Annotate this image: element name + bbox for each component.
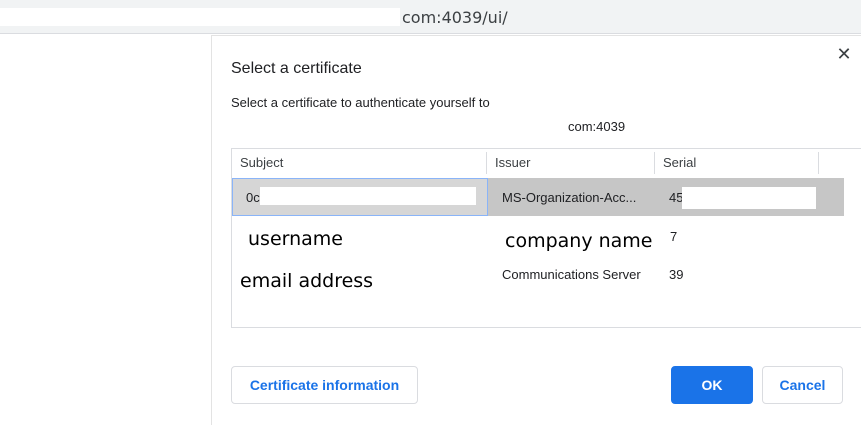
column-header-issuer[interactable]: Issuer <box>495 155 530 170</box>
column-divider[interactable] <box>486 152 487 174</box>
row-3-serial[interactable]: 39 <box>669 267 683 282</box>
dialog-subtitle: Select a certificate to authenticate you… <box>231 95 490 110</box>
row-3-issuer[interactable]: Communications Server <box>502 267 641 282</box>
row-2-subject[interactable]: username <box>248 228 343 250</box>
url-redaction <box>0 8 400 26</box>
certificate-information-button[interactable]: Certificate information <box>231 366 418 404</box>
row-3-subject[interactable]: email address <box>240 270 373 292</box>
row-2-serial[interactable]: 7 <box>670 229 677 244</box>
row-1-subject: 0c <box>246 190 260 205</box>
column-divider[interactable] <box>818 152 819 174</box>
row-2-issuer[interactable]: company name <box>505 230 653 252</box>
cancel-button[interactable]: Cancel <box>762 366 843 404</box>
ok-button[interactable]: OK <box>671 366 753 404</box>
subject-redaction <box>260 187 476 205</box>
dialog-title: Select a certificate <box>231 60 362 77</box>
row-1-issuer: MS-Organization-Acc... <box>502 190 637 205</box>
target-site: com:4039 <box>568 119 626 134</box>
url-text: com:4039/ui/ <box>402 8 508 27</box>
column-header-subject[interactable]: Subject <box>240 155 283 170</box>
serial-redaction <box>682 187 816 209</box>
column-divider[interactable] <box>654 152 655 174</box>
column-header-serial[interactable]: Serial <box>663 155 696 170</box>
close-icon[interactable]: ✕ <box>834 44 854 64</box>
